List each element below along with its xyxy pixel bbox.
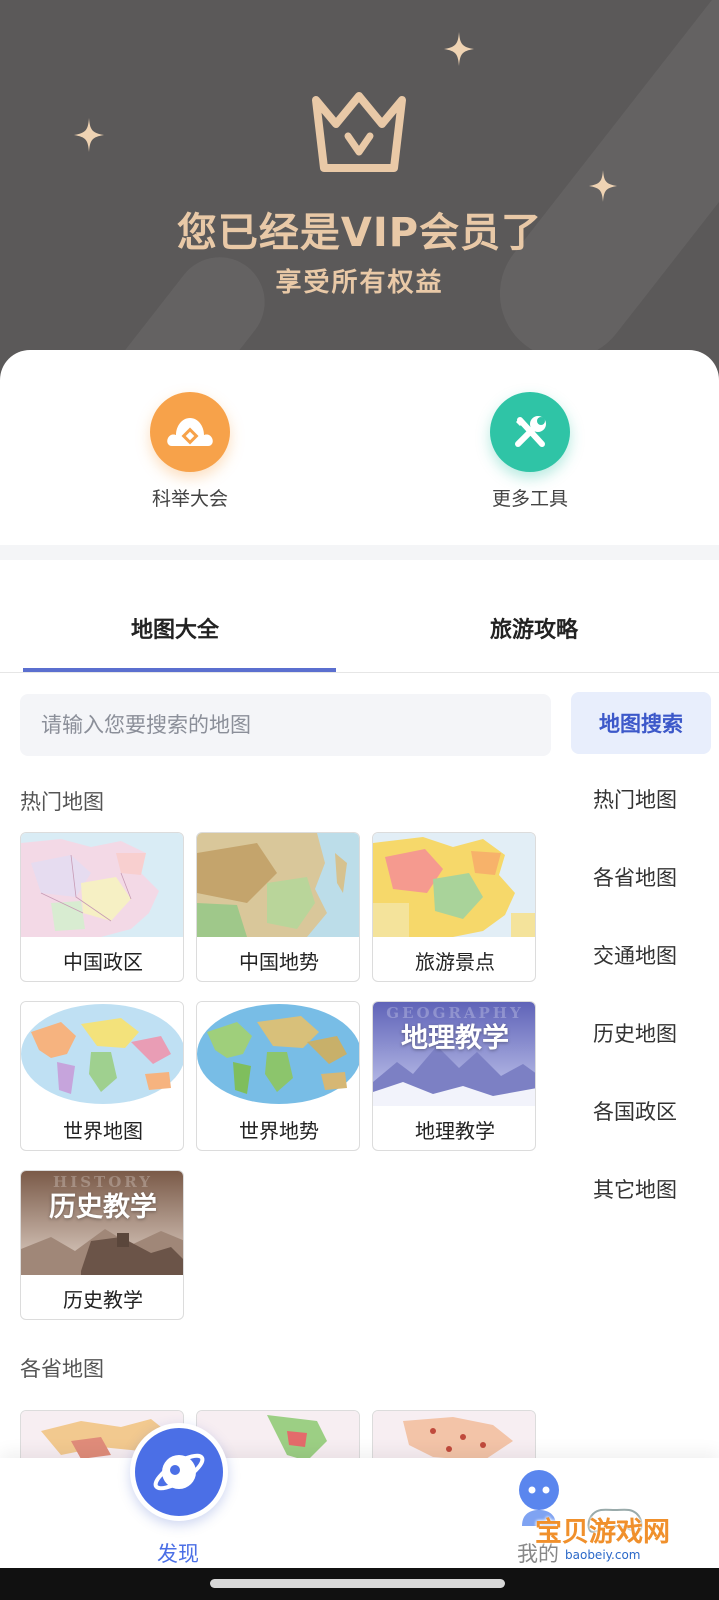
thumbnail-title: 地理教学 <box>401 1023 509 1054</box>
map-card-world-map[interactable]: 世界地图 <box>20 1001 184 1151</box>
map-card-title: 旅游景点 <box>415 949 495 974</box>
vip-subtitle: 享受所有权益 <box>275 268 444 298</box>
watermark-text: 宝贝游戏网 <box>535 1517 670 1548</box>
more-tools-label: 更多工具 <box>491 488 568 510</box>
vip-banner: 您已经是VIP会员了 享受所有权益 <box>0 0 719 380</box>
sparkle-icon <box>74 118 104 152</box>
map-thumbnail <box>373 833 535 937</box>
tools-icon <box>490 392 570 472</box>
map-thumbnail <box>21 1002 183 1106</box>
map-card-geography-teaching[interactable]: GEOGRAPHY 地理教学 地理教学 <box>372 1001 536 1151</box>
sparkle-icon <box>444 32 474 66</box>
side-nav-traffic[interactable]: 交通地图 <box>593 940 677 970</box>
active-tab-indicator <box>23 668 336 672</box>
map-thumbnail: HISTORY 历史教学 <box>21 1171 183 1275</box>
side-nav-history[interactable]: 历史地图 <box>593 1018 677 1048</box>
planet-icon <box>153 1453 205 1491</box>
discover-tab-label[interactable]: 发现 <box>157 1538 199 1568</box>
tab-bar: 地图大全 旅游攻略 <box>0 560 719 673</box>
side-nav-hot[interactable]: 热门地图 <box>593 784 677 814</box>
exam-tool-button[interactable]: 科举大会 <box>100 392 280 511</box>
discover-tab-button[interactable] <box>130 1423 228 1521</box>
map-card-title: 地理教学 <box>415 1118 495 1143</box>
vip-title: 您已经是VIP会员了 <box>176 210 543 256</box>
tab-map-catalog[interactable]: 地图大全 <box>131 612 219 644</box>
map-card-china-terrain[interactable]: 中国地势 <box>196 832 360 982</box>
more-tools-button[interactable]: 更多工具 <box>440 392 620 511</box>
map-thumbnail: GEOGRAPHY 地理教学 <box>373 1002 535 1106</box>
map-card-title: 历史教学 <box>63 1287 143 1312</box>
tools-panel: 科举大会 更多工具 <box>0 350 719 545</box>
map-search-button[interactable]: 地图搜索 <box>571 692 711 754</box>
map-card-world-terrain[interactable]: 世界地势 <box>196 1001 360 1151</box>
watermark-url: baobeiy.com <box>565 1548 641 1562</box>
map-card-title: 世界地势 <box>239 1118 319 1143</box>
map-thumbnail <box>197 1002 359 1106</box>
map-thumbnail <box>21 833 183 937</box>
home-gesture-bar[interactable] <box>210 1579 505 1588</box>
map-card-history-teaching[interactable]: HISTORY 历史教学 历史教学 <box>20 1170 184 1320</box>
section-title-hot: 热门地图 <box>20 790 104 814</box>
section-title-provinces: 各省地图 <box>20 1357 104 1381</box>
map-search-input[interactable] <box>20 694 551 756</box>
side-nav-provinces[interactable]: 各省地图 <box>593 862 677 892</box>
exam-tool-label: 科举大会 <box>151 488 228 510</box>
map-card-title: 世界地图 <box>63 1118 143 1143</box>
side-nav-others[interactable]: 其它地图 <box>593 1174 677 1204</box>
crown-icon <box>312 92 406 172</box>
map-catalog: 地图大全 旅游攻略 地图搜索 热门地图 中国政区 <box>0 560 719 1470</box>
map-thumbnail <box>197 833 359 937</box>
exam-icon <box>150 392 230 472</box>
map-card-title: 中国政区 <box>63 949 143 974</box>
sparkle-icon <box>589 170 617 202</box>
side-nav-countries[interactable]: 各国政区 <box>593 1096 677 1126</box>
tab-travel-guide[interactable]: 旅游攻略 <box>490 612 578 644</box>
map-card-china-political[interactable]: 中国政区 <box>20 832 184 982</box>
map-card-title: 中国地势 <box>239 949 319 974</box>
map-card-tourist-spots[interactable]: 旅游景点 <box>372 832 536 982</box>
thumbnail-title: 历史教学 <box>49 1192 157 1223</box>
